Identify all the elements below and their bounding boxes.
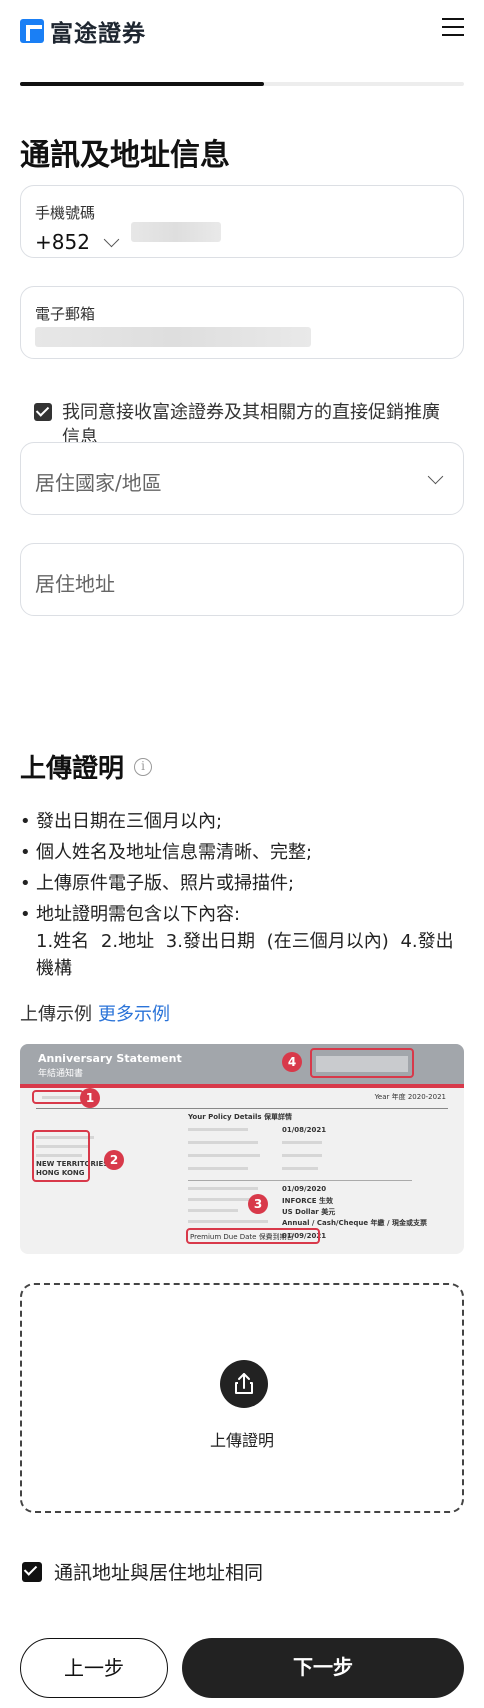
country-code-selector[interactable]: +852 [35,230,120,254]
sample-row [282,1154,322,1157]
page-title: 通訊及地址信息 [20,138,230,173]
sample-title: Anniversary Statement [38,1052,182,1065]
residence-address-placeholder: 居住地址 [35,572,115,596]
progress-bar [20,82,464,86]
sample-row [188,1128,248,1131]
upload-arrow-icon [235,1373,253,1394]
logo-mark-icon [20,19,44,43]
sample-row [188,1187,258,1190]
residence-country-select[interactable]: 居住國家/地區 [20,442,464,515]
sample-printed-date: 01/08/2021 [282,1126,327,1134]
futu-logo: 富途證券 [20,14,146,48]
progress-fill [20,82,265,86]
hamburger-menu-icon[interactable] [442,18,464,36]
email-value-redacted[interactable] [35,327,311,347]
marker-1: 1 [80,1088,100,1108]
marker-3: 3 [248,1194,268,1214]
header: 富途證券 [0,0,484,62]
sample-payment-method: Annual / Cash/Cheque 年繳 / 現金或支票 [282,1219,427,1227]
requirement-item: 上傳原件電子版、照片或掃描件; [20,868,460,899]
share-upload-icon[interactable] [220,1360,268,1408]
sample-commencing-date: 01/09/2020 [282,1185,327,1193]
sample-row [188,1141,258,1144]
sample-row [282,1141,322,1144]
sample-year: Year 年度 2020-2021 [374,1093,446,1101]
country-code: +852 [35,230,90,254]
marker-4: 4 [282,1052,302,1072]
sample-divider [188,1180,412,1181]
requirement-details: 1.姓名 2.地址 3.發出日期 (在三個月以內) 4.發出機構 [36,931,454,979]
sample-currency: US Dollar 美元 [282,1208,336,1216]
phone-number-redacted[interactable] [131,222,221,242]
sample-row [188,1198,250,1201]
sample-policy-status: INFORCE 生效 [282,1197,333,1205]
requirement-item: 地址證明需包含以下內容: [20,899,460,930]
proof-requirements: 發出日期在三個月以內; 個人姓名及地址信息需清晰、完整; 上傳原件電子版、照片或… [20,806,460,930]
example-row: 上傳示例 更多示例 [20,1000,170,1026]
proof-title: 上傳證明 [20,754,125,784]
sample-divider [36,1108,448,1109]
marker-box-issuer [310,1048,414,1078]
phone-label: 手機號碼 [35,204,96,222]
email-label: 電子郵箱 [35,305,96,323]
chevron-down-icon [103,231,120,247]
previous-button[interactable]: 上一步 [20,1638,168,1698]
more-examples-link[interactable]: 更多示例 [98,1004,170,1025]
marker-box-name [32,1090,84,1104]
upload-dropzone[interactable]: 上傳證明 [20,1283,464,1513]
same-address-option[interactable]: 通訊地址與居住地址相同 [22,1558,263,1585]
logo-text: 富途證券 [50,21,146,47]
sample-row [282,1167,318,1170]
same-address-label: 通訊地址與居住地址相同 [54,1562,264,1584]
residence-address-input[interactable]: 居住地址 [20,543,464,616]
upload-label: 上傳證明 [209,1431,274,1450]
marker-2: 2 [104,1150,124,1170]
email-field[interactable]: 電子郵箱 [20,286,464,359]
proof-section-title: 上傳證明 i [20,748,153,785]
marker-box-address [32,1130,90,1182]
requirement-item: 發出日期在三個月以內; [20,806,460,837]
sample-details-heading: Your Policy Details 保單詳情 [188,1113,293,1121]
sample-subtitle: 年結通知書 [38,1069,84,1079]
sample-row [188,1154,260,1157]
consent-checkbox[interactable] [34,403,52,421]
sample-statement-image: Anniversary Statement 年結通知書 Year 年度 2020… [20,1044,464,1254]
marker-box-date [186,1228,320,1244]
residence-country-placeholder: 居住國家/地區 [35,471,162,495]
requirement-item: 個人姓名及地址信息需清晰、完整; [20,837,460,868]
next-button[interactable]: 下一步 [182,1638,464,1698]
info-icon[interactable]: i [134,757,153,776]
chevron-down-icon [427,468,444,485]
example-label: 上傳示例 [20,1004,92,1025]
sample-row [188,1209,238,1212]
same-address-checkbox[interactable] [22,1561,42,1582]
phone-field[interactable]: 手機號碼 +852 [20,185,464,258]
sample-row [188,1167,248,1170]
sample-row [188,1220,268,1223]
